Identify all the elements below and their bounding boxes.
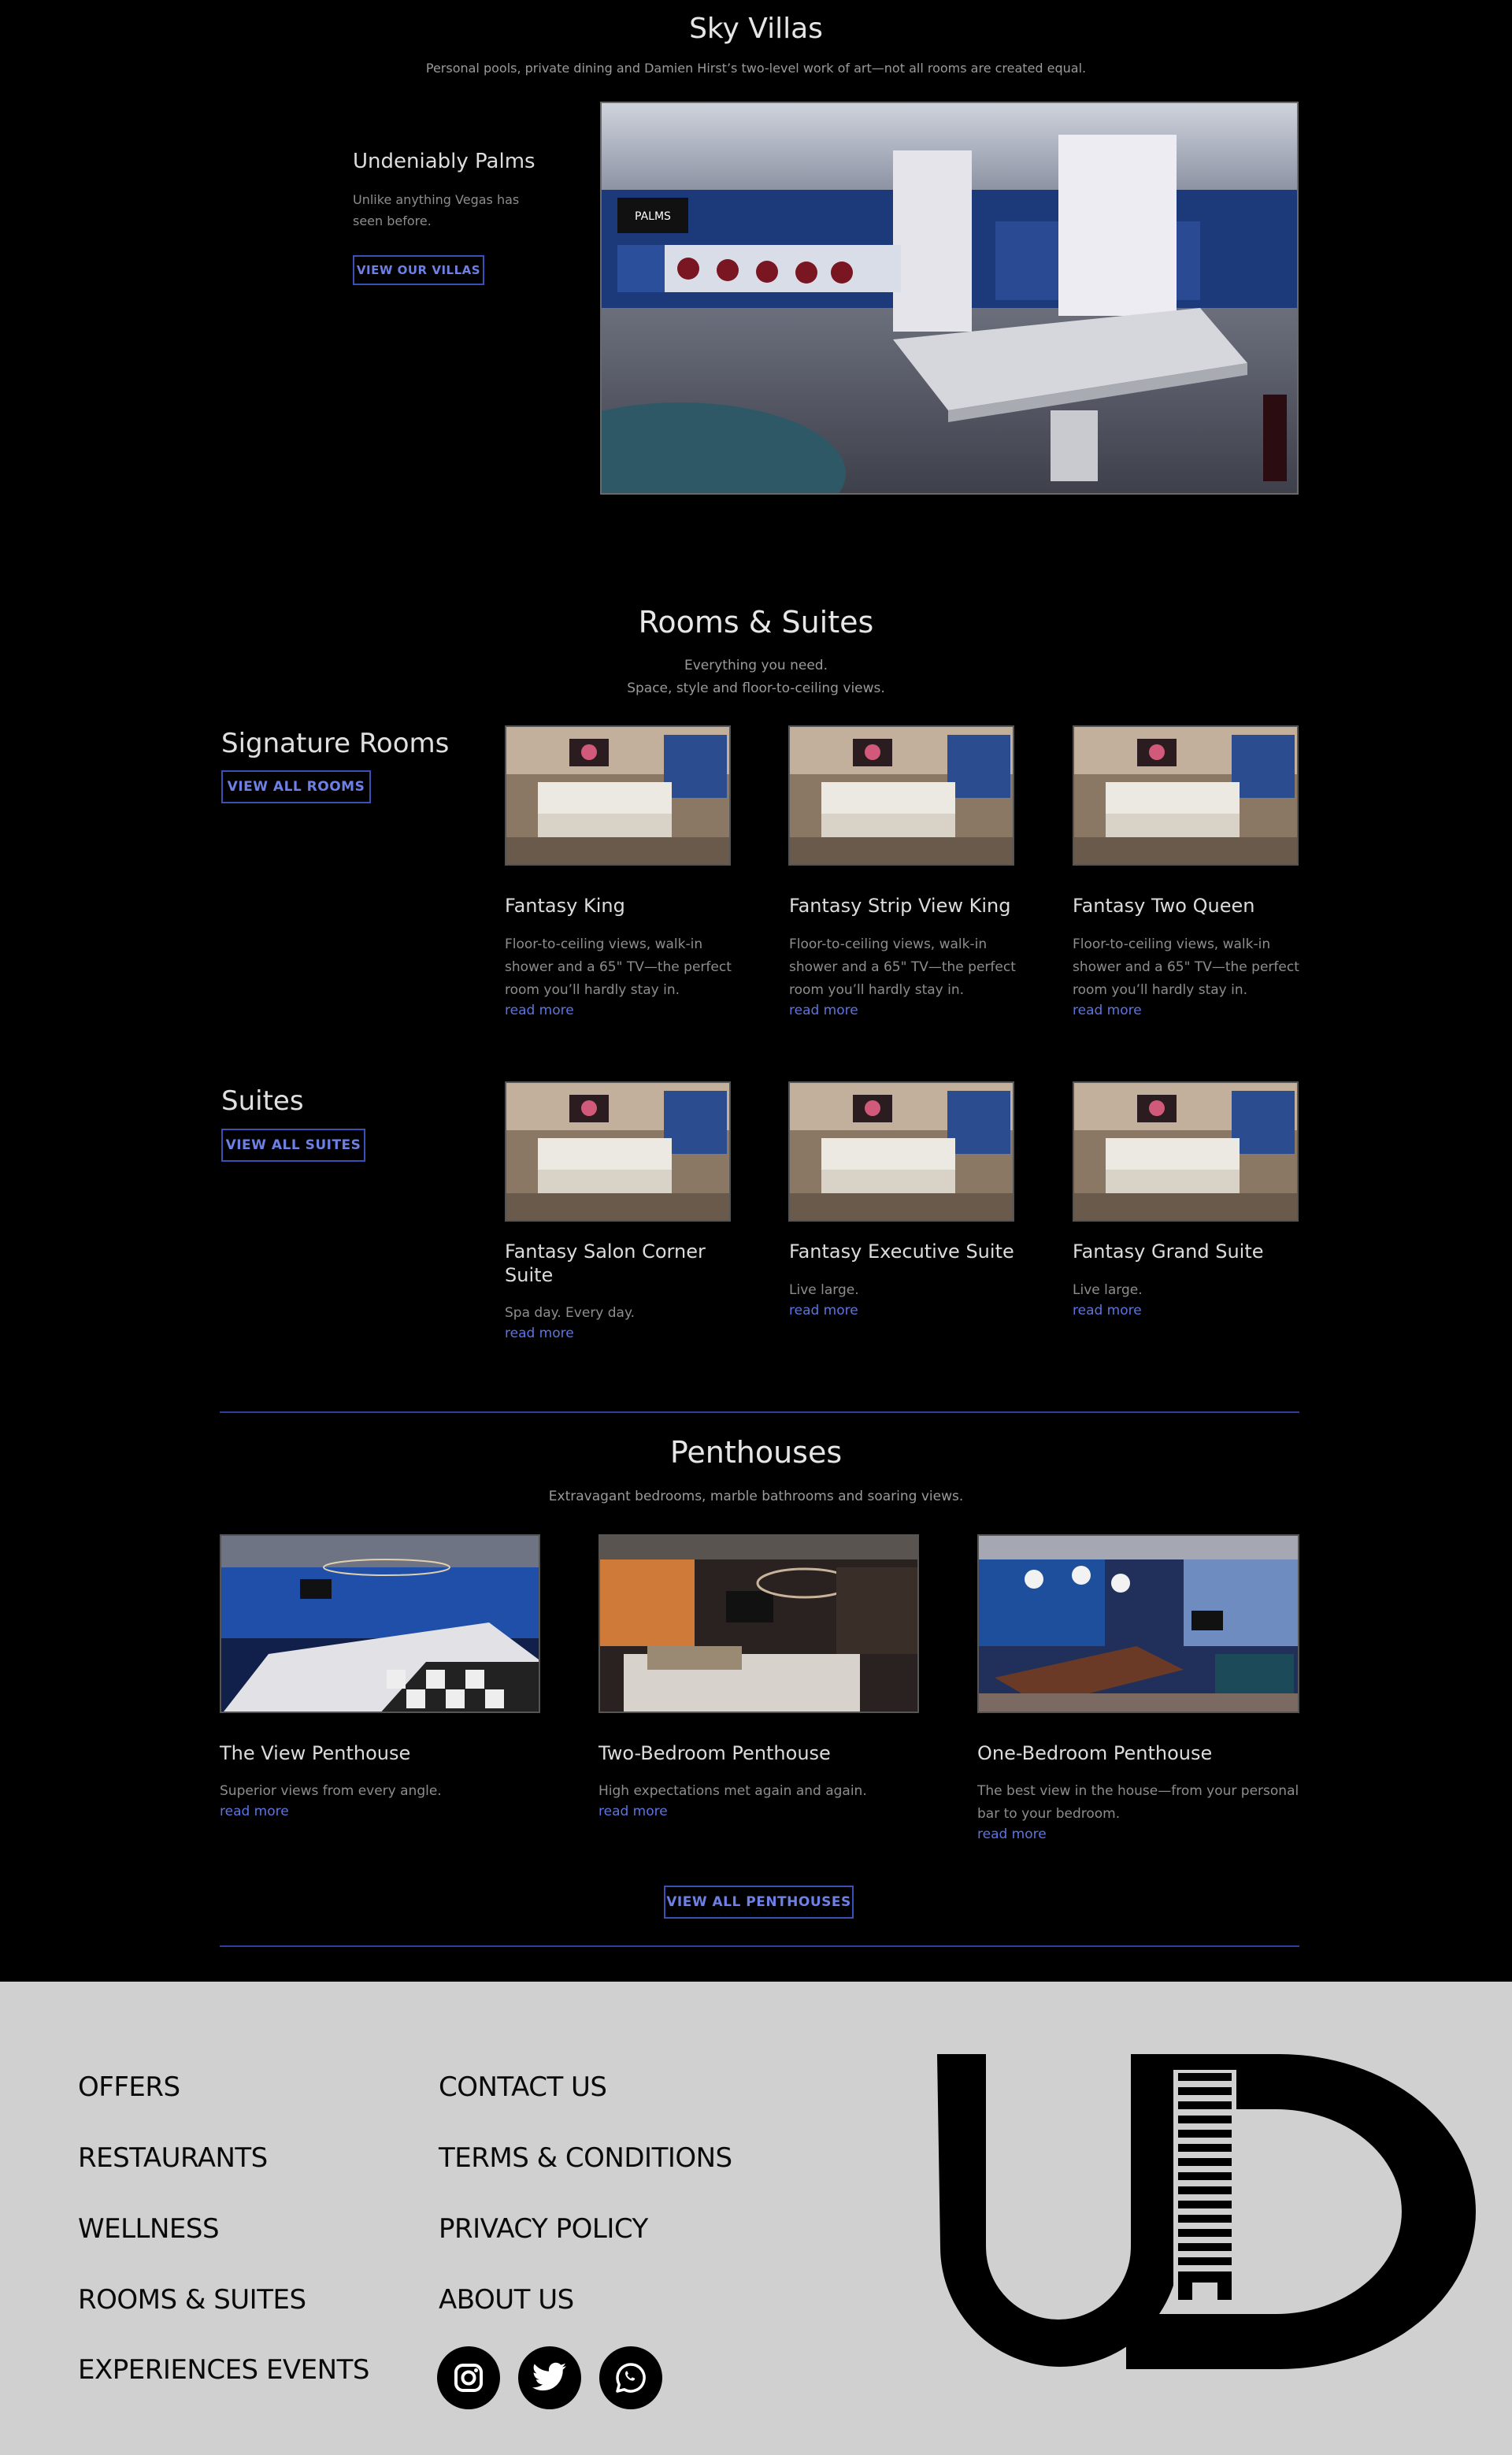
section-divider xyxy=(220,1411,1299,1413)
read-more-link[interactable]: read more xyxy=(789,1003,858,1018)
read-more-link[interactable]: read more xyxy=(1073,1303,1142,1318)
site-footer: OFFERS RESTAURANTS WELLNESS ROOMS & SUIT… xyxy=(0,1982,1512,2455)
suite-photo[interactable] xyxy=(788,1081,1014,1222)
photo-sign-text: PALMS xyxy=(635,210,671,223)
read-more-link[interactable]: read more xyxy=(505,1326,574,1341)
rooms-suites-subtitle-1: Everything you need. xyxy=(684,658,828,673)
view-villas-button[interactable]: VIEW OUR VILLAS xyxy=(353,255,484,285)
suite-card-desc: Live large. xyxy=(1073,1282,1143,1298)
view-all-penthouses-button[interactable]: VIEW ALL PENTHOUSES xyxy=(664,1886,854,1919)
suite-card-title: Fantasy Salon Corner Suite xyxy=(505,1240,706,1286)
footer-link-terms-conditions[interactable]: TERMS & CONDITIONS xyxy=(439,2142,732,2174)
suite-photo[interactable] xyxy=(1073,1081,1299,1222)
feature-title: Undeniably Palms xyxy=(353,150,536,173)
rooms-suites-title: Rooms & Suites xyxy=(638,605,874,640)
view-all-rooms-button[interactable]: VIEW ALL ROOMS xyxy=(221,770,371,803)
suites-heading: Suites xyxy=(221,1085,304,1117)
room-card-desc: Floor-to-ceiling views, walk-in shower a… xyxy=(505,936,732,998)
whatsapp-icon[interactable] xyxy=(599,2346,662,2409)
penthouse-photo[interactable] xyxy=(598,1534,919,1713)
footer-link-rooms-suites[interactable]: ROOMS & SUITES xyxy=(78,2284,306,2316)
building-icon xyxy=(1173,2070,1236,2306)
suite-card-desc: Live large. xyxy=(789,1282,859,1298)
room-photo[interactable] xyxy=(1073,725,1299,866)
read-more-link[interactable]: read more xyxy=(1073,1003,1142,1018)
penthouses-subtitle: Extravagant bedrooms, marble bathrooms a… xyxy=(548,1489,964,1504)
penthouse-card-desc: Superior views from every angle. xyxy=(220,1783,442,1799)
ud-logo xyxy=(937,2054,1480,2379)
room-photo[interactable] xyxy=(788,725,1014,866)
rooms-suites-subtitle-2: Space, style and floor-to-ceiling views. xyxy=(627,681,885,696)
footer-link-contact-us[interactable]: CONTACT US xyxy=(439,2071,607,2103)
sky-villa-photo: PALMS xyxy=(600,102,1299,495)
penthouse-card-title: Two-Bedroom Penthouse xyxy=(598,1742,831,1764)
room-card-title: Fantasy Two Queen xyxy=(1073,895,1255,917)
view-all-suites-button[interactable]: VIEW ALL SUITES xyxy=(221,1129,365,1162)
penthouses-title: Penthouses xyxy=(669,1435,843,1470)
footer-link-restaurants[interactable]: RESTAURANTS xyxy=(78,2142,268,2174)
read-more-link[interactable]: read more xyxy=(598,1804,668,1819)
suite-photo[interactable] xyxy=(505,1081,731,1222)
penthouse-card-title: One-Bedroom Penthouse xyxy=(977,1742,1213,1764)
twitter-icon[interactable] xyxy=(518,2346,581,2409)
footer-link-offers[interactable]: OFFERS xyxy=(78,2071,180,2103)
suite-card-title: Fantasy Executive Suite xyxy=(789,1240,1014,1263)
read-more-link[interactable]: read more xyxy=(220,1804,289,1819)
feature-desc: Unlike anything Vegas has seen before. xyxy=(353,192,520,228)
read-more-link[interactable]: read more xyxy=(789,1303,858,1318)
room-photo[interactable] xyxy=(505,725,731,866)
footer-link-about-us[interactable]: ABOUT US xyxy=(439,2284,574,2316)
instagram-icon[interactable] xyxy=(437,2346,500,2409)
sky-villas-subtitle: Personal pools, private dining and Damie… xyxy=(425,61,1087,76)
penthouse-photo[interactable] xyxy=(977,1534,1299,1713)
read-more-link[interactable]: read more xyxy=(977,1826,1047,1842)
footer-link-experiences-events[interactable]: EXPERIENCES EVENTS xyxy=(78,2354,369,2386)
sky-villas-title: Sky Villas xyxy=(689,13,823,45)
suite-card-desc: Spa day. Every day. xyxy=(505,1305,636,1321)
room-card-desc: Floor-to-ceiling views, walk-in shower a… xyxy=(789,936,1016,998)
section-divider xyxy=(220,1945,1299,1947)
penthouse-card-title: The View Penthouse xyxy=(220,1742,411,1764)
penthouse-card-desc: The best view in the house—from your per… xyxy=(977,1783,1299,1822)
signature-rooms-heading: Signature Rooms xyxy=(221,728,450,759)
footer-link-privacy-policy[interactable]: PRIVACY POLICY xyxy=(439,2213,648,2245)
room-card-desc: Floor-to-ceiling views, walk-in shower a… xyxy=(1073,936,1299,998)
penthouse-card-desc: High expectations met again and again. xyxy=(598,1783,867,1799)
read-more-link[interactable]: read more xyxy=(505,1003,574,1018)
room-card-title: Fantasy Strip View King xyxy=(789,895,1011,917)
room-card-title: Fantasy King xyxy=(505,895,625,917)
footer-link-wellness[interactable]: WELLNESS xyxy=(78,2213,220,2245)
suite-card-title: Fantasy Grand Suite xyxy=(1073,1240,1264,1263)
penthouse-photo[interactable] xyxy=(220,1534,540,1713)
